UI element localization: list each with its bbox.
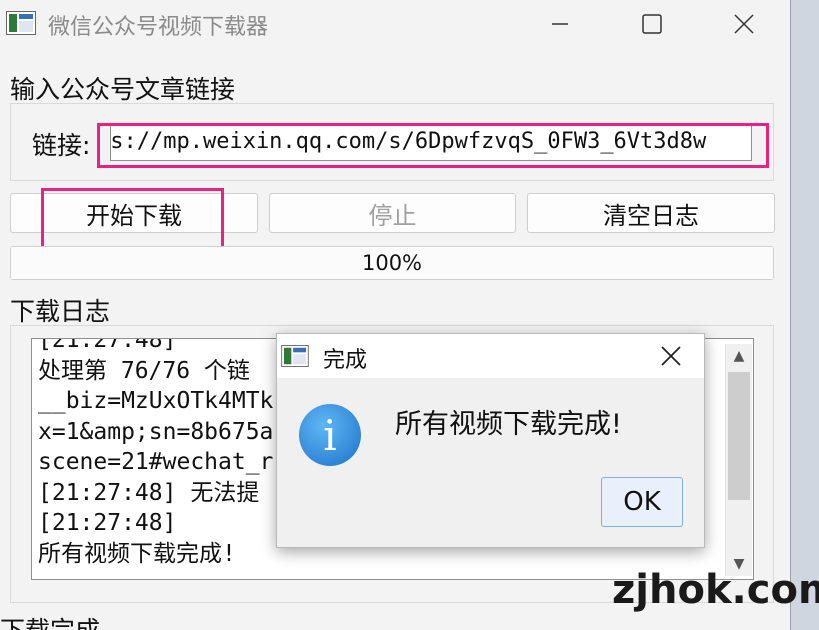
dialog-title: 完成 <box>323 348 368 373</box>
close-icon <box>734 14 754 34</box>
app-icon <box>6 11 36 35</box>
status-text: 下载完成 <box>0 617 100 630</box>
link-highlight-box <box>97 123 769 168</box>
log-heading: 下载日志 <box>10 297 111 326</box>
dialog-message: 所有视频下载完成! <box>395 409 622 440</box>
dialog-close-button[interactable] <box>651 338 691 374</box>
info-icon: i <box>299 404 361 466</box>
input-section-heading: 输入公众号文章链接 <box>10 75 236 104</box>
clear-log-button[interactable]: 清空日志 <box>527 193 775 233</box>
close-icon <box>661 346 681 366</box>
scroll-thumb[interactable] <box>728 372 750 500</box>
log-line: scene=21#wechat_r <box>38 449 274 475</box>
log-line: x=1&amp;sn=8b675a <box>38 418 274 445</box>
dialog-app-icon <box>281 345 309 367</box>
desktop-background <box>790 0 819 630</box>
log-line: 所有视频下载完成! <box>38 540 236 567</box>
log-line: [21:27:48] <box>38 338 177 353</box>
maximize-icon <box>642 14 662 34</box>
title-bar[interactable]: 微信公众号视频下载器 <box>0 0 790 48</box>
log-line: __biz=MzUxOTk4MTk <box>38 388 274 414</box>
log-lines: [21:27:48] 处理第 76/76 个链 __biz=MzUxOTk4MTkx… <box>38 338 274 569</box>
minimize-icon <box>552 23 568 25</box>
completion-dialog: 完成 i 所有视频下载完成! OK <box>276 333 705 548</box>
dialog-title-bar[interactable]: 完成 <box>277 334 704 378</box>
maximize-button[interactable] <box>608 0 696 48</box>
link-label: 链接: <box>32 131 91 160</box>
minimize-button[interactable] <box>516 0 604 48</box>
progress-bar: 100% <box>10 246 774 280</box>
ok-button[interactable]: OK <box>601 477 683 527</box>
log-line: [21:27:48] 无法提 <box>38 479 260 506</box>
status-text-value: 下载完成 <box>0 617 100 630</box>
dialog-body: i 所有视频下载完成! OK <box>277 378 704 547</box>
log-scrollbar[interactable]: ▲ ▼ <box>725 344 752 576</box>
watermark-text: zjhok.com <box>612 567 819 613</box>
scroll-up-arrow-icon[interactable]: ▲ <box>726 344 752 368</box>
log-line: 处理第 76/76 个链 <box>38 357 250 384</box>
stop-button[interactable]: 停止 <box>269 193 516 233</box>
log-line: [21:27:48] <box>38 510 177 536</box>
close-button[interactable] <box>700 0 788 48</box>
progress-text: 100% <box>361 251 423 275</box>
window-title: 微信公众号视频下载器 <box>48 15 269 40</box>
